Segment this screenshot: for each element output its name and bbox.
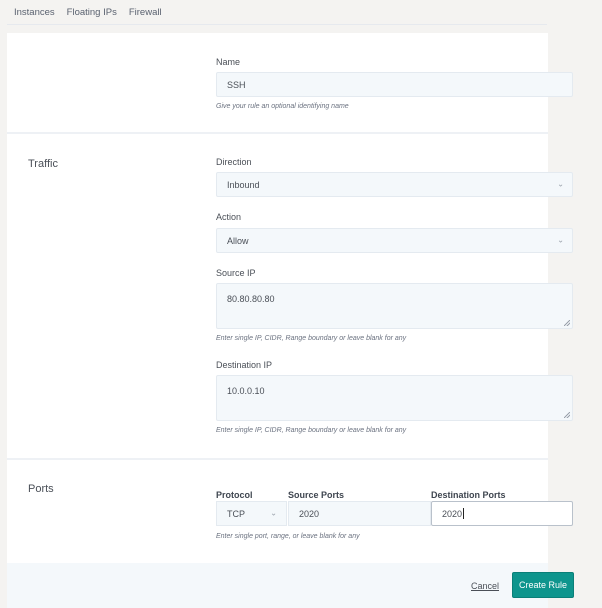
destination-ip-value: 10.0.0.10 — [227, 386, 265, 396]
tab-instances[interactable]: Instances — [14, 7, 55, 18]
ports-section: Ports Protocol Source Ports Destination … — [7, 460, 573, 563]
source-ip-textarea[interactable]: 80.80.80.80 — [216, 283, 573, 329]
source-ip-label: Source IP — [216, 268, 256, 278]
name-hint: Give your rule an optional identifying n… — [216, 103, 349, 110]
destination-ip-label: Destination IP — [216, 360, 273, 370]
ports-title: Ports — [28, 483, 54, 495]
traffic-section: Traffic Direction Inbound ⌄ Action Allow… — [7, 134, 573, 460]
action-select[interactable]: Allow ⌄ — [216, 228, 573, 253]
text-caret — [463, 508, 465, 519]
cancel-button[interactable]: Cancel — [471, 581, 499, 591]
destination-ip-textarea[interactable]: 10.0.0.10 — [216, 375, 573, 421]
name-section: Name SSH Give your rule an optional iden… — [7, 33, 573, 134]
tab-floating-ips[interactable]: Floating IPs — [67, 7, 117, 18]
name-label: Name — [216, 57, 241, 67]
direction-label: Direction — [216, 157, 252, 167]
traffic-title: Traffic — [28, 158, 58, 170]
action-value: Allow — [227, 235, 249, 246]
ports-hint: Enter single port, range, or leave blank… — [216, 533, 360, 540]
source-ports-input[interactable]: 2020 — [288, 501, 431, 526]
action-label: Action — [216, 212, 242, 222]
name-input[interactable]: SSH — [216, 72, 573, 97]
resize-handle-icon[interactable] — [564, 320, 570, 326]
source-ports-value: 2020 — [299, 508, 320, 519]
source-ip-hint: Enter single IP, CIDR, Range boundary or… — [216, 335, 407, 342]
create-rule-form: Name SSH Give your rule an optional iden… — [7, 33, 574, 608]
direction-select[interactable]: Inbound ⌄ — [216, 172, 573, 197]
source-ports-label: Source Ports — [288, 490, 345, 500]
destination-ports-label: Destination Ports — [431, 490, 506, 500]
tab-firewall[interactable]: Firewall — [129, 7, 162, 18]
protocol-label: Protocol — [216, 490, 253, 500]
chevron-down-icon: ⌄ — [557, 235, 564, 245]
top-nav: Instances Floating IPs Firewall — [7, 0, 547, 25]
resize-handle-icon[interactable] — [564, 412, 570, 418]
name-value: SSH — [227, 79, 246, 90]
form-footer: Cancel Create Rule — [7, 563, 574, 608]
chevron-down-icon: ⌄ — [270, 508, 277, 518]
source-ip-value: 80.80.80.80 — [227, 294, 275, 304]
chevron-down-icon: ⌄ — [557, 179, 564, 189]
direction-value: Inbound — [227, 179, 260, 190]
destination-ports-input[interactable]: 2020 — [431, 501, 573, 526]
destination-ip-hint: Enter single IP, CIDR, Range boundary or… — [216, 427, 407, 434]
destination-ports-value: 2020 — [442, 508, 463, 519]
protocol-value: TCP — [227, 508, 245, 519]
create-rule-button[interactable]: Create Rule — [512, 572, 574, 598]
protocol-select[interactable]: TCP ⌄ — [216, 501, 287, 526]
